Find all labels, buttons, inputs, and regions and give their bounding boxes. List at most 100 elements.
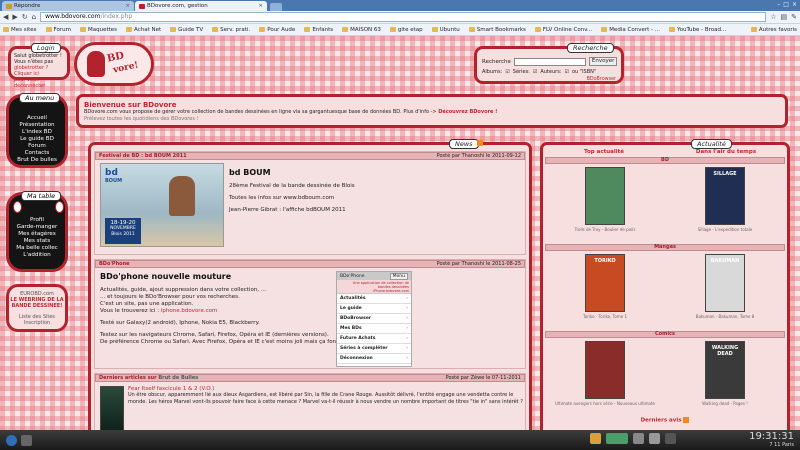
back-icon[interactable]: ◀ — [3, 13, 8, 21]
fear-itself-cover[interactable] — [100, 386, 124, 430]
ma-table-item[interactable]: Profil — [9, 217, 65, 224]
actualite-item[interactable]: Trolls de Troy - Boulier de poils — [545, 164, 665, 244]
bookmark-item[interactable]: Smart Bookmarks — [468, 27, 526, 33]
phone-menu-button[interactable]: Menu — [389, 272, 408, 280]
bookmark-item[interactable]: Serv. prati. — [212, 27, 250, 33]
bookmark-item[interactable]: Pour Aude — [259, 27, 295, 33]
bookmark-item[interactable]: Guide TV — [170, 27, 203, 33]
bookmark-item[interactable]: FLV Online Conv... — [534, 27, 592, 33]
album-cover[interactable]: BAKUMAN — [705, 254, 745, 312]
bookmark-item[interactable]: Ubuntu — [431, 27, 460, 33]
ma-table-item[interactable]: Mes stats — [9, 238, 65, 245]
rss-icon[interactable] — [477, 140, 483, 146]
bookmark-item[interactable]: Mes sites — [3, 27, 37, 33]
monitor-icon[interactable] — [665, 433, 676, 444]
clock[interactable]: 19:31:31 7 11 Paris — [749, 431, 794, 448]
phone-menu-item[interactable]: Déconnexion › — [337, 354, 411, 364]
article-link[interactable]: Toutes les infos sur www.bdboum.com — [229, 195, 519, 202]
actualite-item[interactable]: BAKUMAN Bakuman - Bakuman, Tome 8 — [665, 251, 785, 331]
kde-menu-icon[interactable] — [6, 434, 17, 446]
minimize-icon[interactable]: – — [777, 1, 780, 8]
menu-item[interactable]: Présentation — [9, 122, 65, 129]
albums-checkbox[interactable]: ☑ — [505, 69, 509, 75]
network-icon[interactable] — [606, 433, 628, 444]
reload-icon[interactable]: ↻ — [22, 13, 28, 21]
bookmark-item[interactable]: Forum — [45, 27, 71, 33]
wrench-icon[interactable]: ✎ — [791, 13, 797, 21]
menu-item[interactable]: L'index BD — [9, 129, 65, 136]
tab-bdovore[interactable]: BDovore.com, gestion × — [135, 1, 267, 11]
phone-menu-item[interactable]: BDoBrowser › — [337, 314, 411, 324]
actualite-item[interactable]: SILLAGE Sillage - L'expedition totale — [665, 164, 785, 244]
derniers-avis-heading[interactable]: Derniers avis — [641, 418, 682, 424]
desktop-icon[interactable] — [21, 434, 32, 446]
actualite-item[interactable]: Ultimate avengers hors série - Nouveaux … — [545, 338, 665, 418]
album-cover[interactable]: TORIKO — [585, 254, 625, 312]
close-window-icon[interactable]: × — [792, 1, 797, 8]
bookmark-item[interactable]: Enfants — [304, 27, 333, 33]
album-cover[interactable] — [585, 341, 625, 399]
phone-menu-item[interactable]: Future Achats › — [337, 334, 411, 344]
bdobrowser-link[interactable]: BDoBrowser — [587, 77, 616, 82]
bookmark-label: MAISON 63 — [350, 26, 381, 33]
bookmark-item[interactable]: Maquettes — [79, 27, 117, 33]
maximize-icon[interactable]: □ — [783, 1, 789, 8]
menu-item[interactable]: Brut De bulles — [9, 157, 65, 164]
tab-repondre[interactable]: Répondre × — [2, 1, 134, 11]
search-input[interactable] — [513, 57, 586, 66]
ma-table-title: Ma table — [21, 191, 62, 201]
logo-panel[interactable]: BD vore! — [74, 42, 154, 86]
home-icon[interactable]: ⌂ — [32, 13, 36, 21]
phone-menu-label: BDoBrowser — [340, 316, 372, 321]
menu-item[interactable]: Forum — [9, 143, 65, 150]
article-header: Derniers articles sur Brut de Bulles Post… — [95, 374, 525, 382]
series-checkbox[interactable]: ☑ — [533, 69, 537, 75]
page-menu-icon[interactable]: ▤ — [781, 13, 788, 21]
bookmark-item[interactable]: Achat Net — [126, 27, 161, 33]
menu-item[interactable]: Le guide BD — [9, 136, 65, 143]
brut-de-bulles-link[interactable]: Brut de Bulles — [158, 375, 198, 381]
other-bookmarks[interactable]: Autres favoris — [750, 27, 797, 33]
iphone-link[interactable]: iphone.bdovore.com — [161, 308, 217, 314]
battery-icon[interactable] — [649, 433, 660, 444]
close-icon[interactable]: × — [258, 3, 263, 9]
ma-table-item[interactable]: Ma belle collec — [9, 245, 65, 252]
discover-link[interactable]: Découvrez BDovore ! — [438, 109, 497, 115]
forward-icon[interactable]: ▶ — [12, 13, 17, 21]
package-icon[interactable] — [590, 433, 601, 444]
new-tab-button[interactable] — [270, 3, 282, 11]
album-cover[interactable] — [585, 167, 625, 225]
auteurs-checkbox[interactable]: ☑ — [564, 69, 568, 75]
bookmark-item[interactable]: Media Convert - ... — [601, 27, 660, 33]
search-button[interactable]: Envoyer — [588, 57, 618, 66]
poster-logo: bd — [105, 168, 118, 178]
ma-table-item[interactable]: L'addition — [9, 252, 65, 259]
ma-table-item[interactable]: Garde-manger — [9, 224, 65, 231]
url-input[interactable]: www.bdovore.com/index.php — [40, 12, 767, 22]
bookmark-label: Guide TV — [178, 26, 204, 33]
logout-link-2[interactable]: pour vous déconnecter — [14, 77, 64, 89]
album-cover[interactable]: SILLAGE — [705, 167, 745, 225]
bookmark-item[interactable]: YouTube - Broad... — [669, 27, 726, 33]
rss-icon[interactable] — [683, 417, 690, 423]
eurobd-register-link[interactable]: Inscription — [9, 320, 65, 326]
album-cover[interactable]: WALKING DEAD — [705, 341, 745, 399]
menu-item[interactable]: Accueil — [9, 115, 65, 122]
phone-menu-item[interactable]: Actualités › — [337, 294, 411, 304]
bookmark-item[interactable]: gite etap — [389, 27, 423, 33]
actualite-item[interactable]: WALKING DEAD Walking dead - Pages ! — [665, 338, 785, 418]
logout-link[interactable]: globetrotter ? Cliquer ici — [14, 65, 64, 77]
phone-menu-label: Le guide — [340, 306, 362, 311]
chevron-right-icon: › — [406, 296, 408, 301]
phone-menu-item[interactable]: Le guide › — [337, 304, 411, 314]
ma-table-item[interactable]: Mes étagères — [9, 231, 65, 238]
phone-menu-item[interactable]: Mes BDs › — [337, 324, 411, 334]
phone-menu-item[interactable]: Séries à compléter › — [337, 344, 411, 354]
menu-item[interactable]: Contacts — [9, 150, 65, 157]
bdboum-poster[interactable]: bd BOUM 18-19-20 NOVEMBRE Blois 2011 — [100, 163, 224, 247]
star-icon[interactable]: ☆ — [770, 13, 776, 21]
actualite-item[interactable]: TORIKO Toriko - Toriko, Tome 1 — [545, 251, 665, 331]
bookmark-item[interactable]: MAISON 63 — [342, 27, 381, 33]
close-icon[interactable]: × — [125, 3, 130, 9]
volume-icon[interactable] — [633, 433, 644, 444]
